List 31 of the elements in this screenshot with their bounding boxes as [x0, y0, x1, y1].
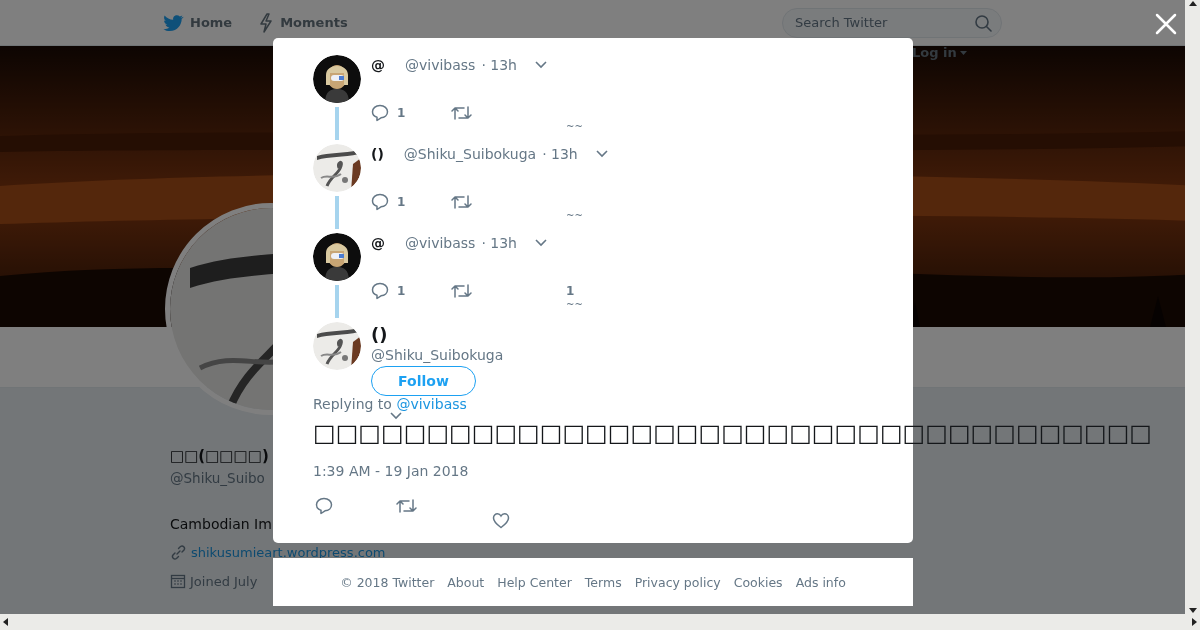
- search-icon[interactable]: [974, 13, 992, 32]
- retweet-icon[interactable]: [396, 497, 417, 515]
- search-field[interactable]: Search Twitter: [782, 7, 1002, 38]
- calendar-icon: [170, 573, 186, 589]
- footer-link[interactable]: About: [447, 574, 485, 590]
- footer-link[interactable]: Ads info: [795, 574, 846, 590]
- join-date: Joined July: [190, 573, 258, 589]
- profile-name: □□(□□□□): [170, 446, 269, 467]
- caret-icon[interactable]: [390, 412, 402, 420]
- nav-link[interactable]: Home: [162, 12, 233, 33]
- footer-link[interactable]: Cookies: [733, 574, 783, 590]
- lightning-icon[interactable]: [258, 12, 275, 33]
- footer-link[interactable]: Terms: [584, 574, 622, 590]
- footer-link[interactable]: © 2018 Twitter: [340, 574, 435, 590]
- scroll-left-icon[interactable]: [2, 617, 9, 627]
- footer-link[interactable]: Privacy policy: [634, 574, 721, 590]
- footer-link[interactable]: Help Center: [497, 574, 572, 590]
- display-name[interactable]: (): [371, 324, 388, 345]
- tweet-timestamp: 1:39 AM - 19 Jan 2018: [313, 463, 470, 479]
- link-icon: [170, 544, 187, 561]
- user-handle[interactable]: @Shiku_Suibokuga: [371, 347, 504, 363]
- nav-link[interactable]: Moments: [258, 12, 348, 33]
- profile-bio: Cambodian Im: [170, 516, 272, 532]
- mention-link[interactable]: @vivibass: [396, 396, 467, 412]
- scroll-up-icon[interactable]: [1187, 0, 1198, 7]
- heart-icon[interactable]: [492, 512, 510, 529]
- scroll-right-icon[interactable]: [1191, 617, 1198, 627]
- reply-icon[interactable]: [315, 497, 333, 515]
- follow-button[interactable]: Follow: [371, 366, 476, 396]
- profile-handle: @Shiku_Suibo: [170, 470, 265, 486]
- close-icon[interactable]: [1155, 13, 1177, 35]
